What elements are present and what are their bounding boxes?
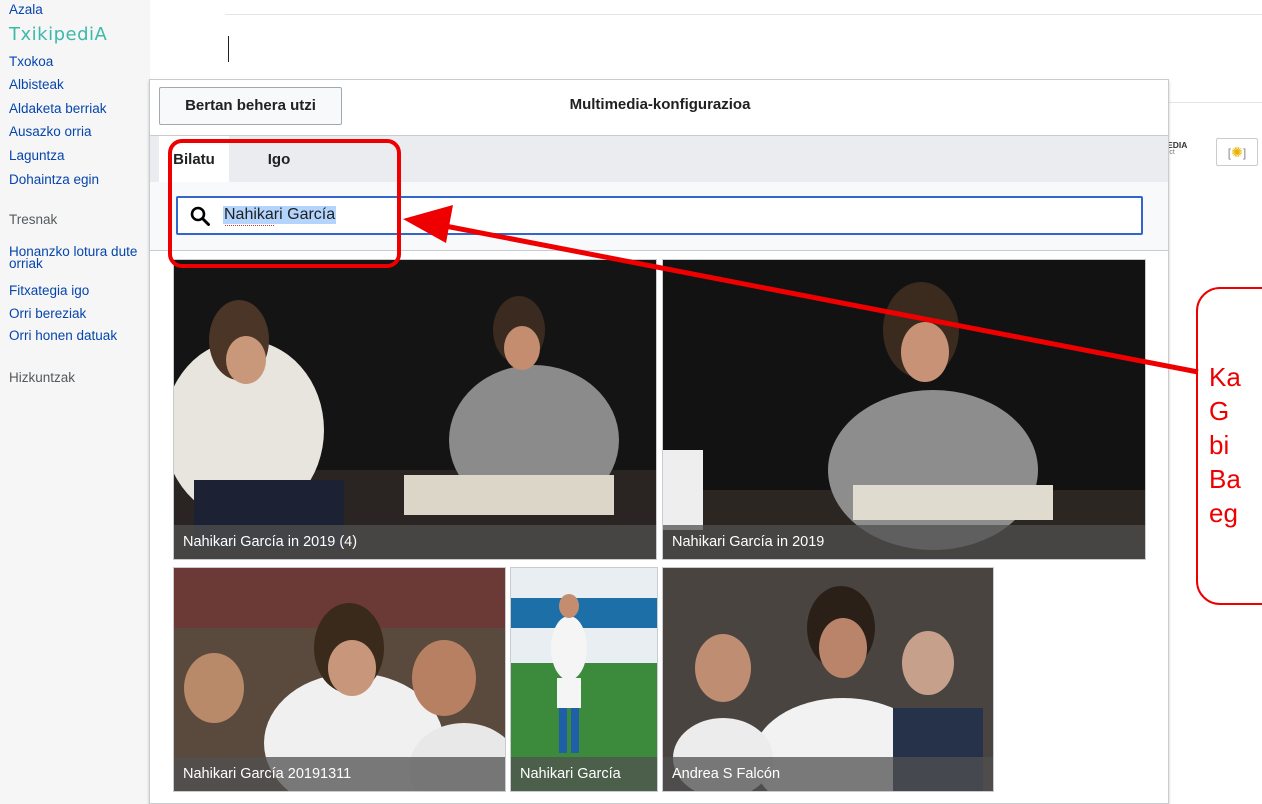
photo-woman-seated xyxy=(663,260,1145,559)
sidebar-item-laguntza[interactable]: Laguntza xyxy=(9,148,65,163)
sidebar-item-orri-bereziak[interactable]: Orri bereziak xyxy=(9,306,86,321)
text-cursor xyxy=(228,36,229,62)
annotation-highlight xyxy=(168,139,401,268)
footer-divider xyxy=(1169,102,1262,103)
languages-heading: Hizkuntzak xyxy=(9,370,76,385)
annotation-callout-text: Ka G bi Ba eg xyxy=(1209,362,1241,528)
sidebar-item-azala[interactable]: Azala xyxy=(9,2,43,17)
sidebar-item-ausazko-orria[interactable]: Ausazko orria xyxy=(9,124,92,139)
tools-heading: Tresnak xyxy=(9,212,58,227)
sunflower-icon: ✺ xyxy=(1231,144,1243,160)
photo-two-women-stage xyxy=(174,260,656,559)
sidebar-item-aldaketa-berriak[interactable]: Aldaketa berriak xyxy=(9,101,107,116)
sidebar-item-honanzko-lotura[interactable]: Honanzko lotura dute orriak xyxy=(9,245,159,271)
result-image-2[interactable]: Nahikari García in 2019 xyxy=(662,259,1146,560)
result-caption: Nahikari García in 2019 xyxy=(663,525,1145,559)
result-caption: Nahikari García in 2019 (4) xyxy=(174,525,656,559)
result-caption: Nahikari García xyxy=(511,757,657,791)
result-image-4[interactable]: Nahikari García xyxy=(510,567,658,792)
result-image-5[interactable]: Andrea S Falcón xyxy=(662,567,994,792)
sidebar-item-txokoa[interactable]: Txokoa xyxy=(9,54,53,69)
sidebar-item-dohaintza[interactable]: Dohaintza egin xyxy=(9,172,99,187)
result-image-1[interactable]: Nahikari García in 2019 (4) xyxy=(173,259,657,560)
sidebar: Azala TxikipediA Txokoa Albisteak Aldake… xyxy=(0,0,150,804)
sidebar-item-orri-honen-datuak[interactable]: Orri honen datuak xyxy=(9,328,117,343)
result-image-3[interactable]: Nahikari García 20191311 xyxy=(173,567,506,792)
mediawiki-logo[interactable]: [✺] xyxy=(1216,138,1258,166)
sidebar-item-albisteak[interactable]: Albisteak xyxy=(9,77,64,92)
sidebar-item-fitxategia-igo[interactable]: Fitxategia igo xyxy=(9,283,89,298)
result-caption: Nahikari García 20191311 xyxy=(174,757,505,791)
result-caption: Andrea S Falcón xyxy=(663,757,993,791)
cancel-button[interactable]: Bertan behera utzi xyxy=(159,87,342,125)
editor-divider xyxy=(225,14,1262,15)
txikipedia-logo[interactable]: TxikipediA xyxy=(9,24,107,45)
